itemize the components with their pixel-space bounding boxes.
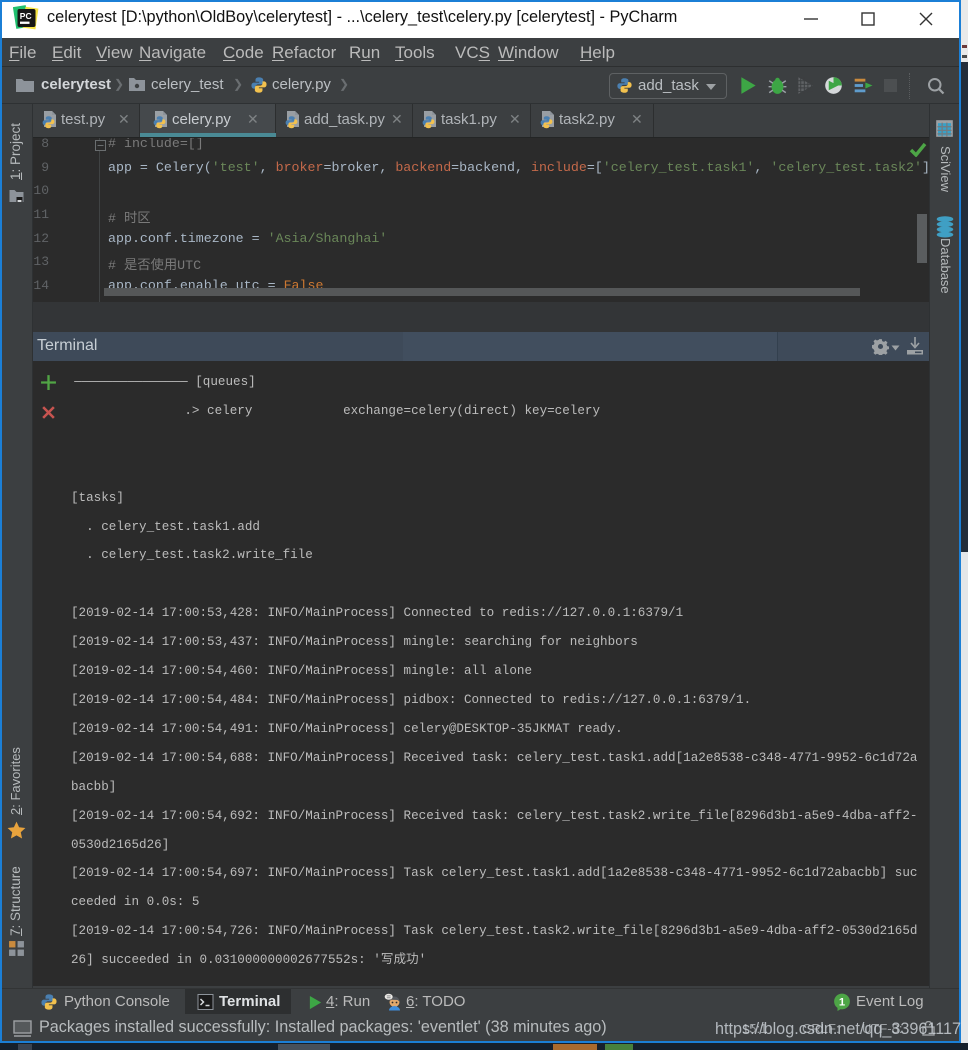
svg-text:PC: PC <box>20 11 32 21</box>
svg-text:1: 1 <box>839 996 845 1008</box>
